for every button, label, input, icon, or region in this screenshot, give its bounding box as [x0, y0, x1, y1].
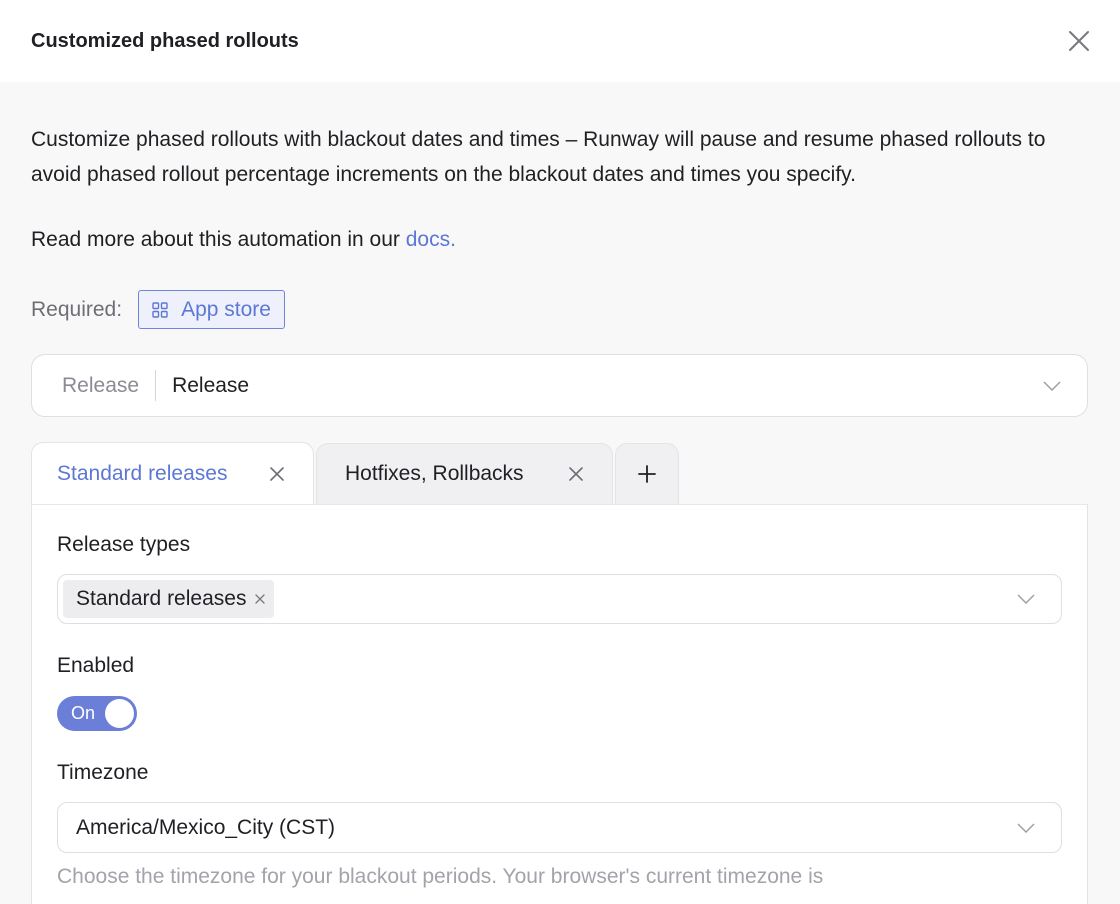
timezone-select[interactable]: America/Mexico_City (CST) [57, 802, 1062, 853]
remove-tab-button[interactable] [568, 466, 584, 482]
toggle-knob [105, 699, 134, 728]
close-icon [270, 466, 284, 481]
release-select[interactable]: Release Release [31, 354, 1088, 417]
close-icon [1069, 31, 1089, 51]
chevron-down-icon [1017, 822, 1035, 833]
close-icon [255, 594, 266, 604]
enabled-toggle[interactable]: On [57, 696, 137, 731]
app-store-badge[interactable]: App store [138, 290, 285, 329]
tab-label: Standard releases [57, 461, 228, 485]
required-row: Required: App store [31, 290, 1089, 329]
toggle-text: On [71, 703, 96, 723]
release-select-value: Release [172, 373, 250, 397]
release-type-chip: Standard releases [63, 580, 275, 618]
release-types-label: Release types [57, 533, 191, 556]
read-more-text: Read more about this automation in our d… [31, 228, 1089, 252]
chip-label: Standard releases [76, 587, 247, 610]
tab-label: Hotfixes, Rollbacks [345, 462, 524, 485]
automation-description: Customize phased rollouts with blackout … [31, 128, 1046, 186]
rule-tabs: Standard releases Hotfixes, Rollbacks [31, 442, 1088, 504]
timezone-value: America/Mexico_City (CST) [76, 815, 336, 839]
chevron-down-icon [1043, 380, 1061, 391]
timezone-helper-text: Choose the timezone for your blackout pe… [57, 865, 824, 888]
app-store-badge-label: App store [181, 297, 271, 321]
modal-title: Customized phased rollouts [31, 29, 299, 52]
modal-header: Customized phased rollouts [0, 0, 1120, 82]
read-more-prefix: Read more about this automation in our [31, 228, 406, 251]
add-tab-button[interactable] [615, 443, 679, 504]
tab-panel: Release types Standard releases Enabled … [31, 504, 1088, 904]
app-grid-icon [152, 301, 168, 318]
required-label: Required: [31, 297, 123, 321]
release-types-select[interactable]: Standard releases [57, 574, 1062, 624]
remove-tab-button[interactable] [269, 466, 285, 482]
chevron-down-icon [1017, 594, 1035, 604]
timezone-label: Timezone [57, 761, 149, 784]
plus-icon [638, 465, 656, 483]
tab-hotfixes-rollbacks[interactable]: Hotfixes, Rollbacks [316, 443, 613, 504]
remove-chip-button[interactable] [254, 593, 266, 605]
close-button[interactable] [1065, 27, 1093, 55]
docs-link[interactable]: docs. [406, 228, 456, 251]
tab-standard-releases[interactable]: Standard releases [31, 442, 314, 504]
close-icon [569, 467, 583, 481]
modal-body: Customize phased rollouts with blackout … [0, 82, 1120, 904]
release-select-prefix: Release [62, 370, 157, 401]
enabled-label: Enabled [57, 654, 135, 677]
